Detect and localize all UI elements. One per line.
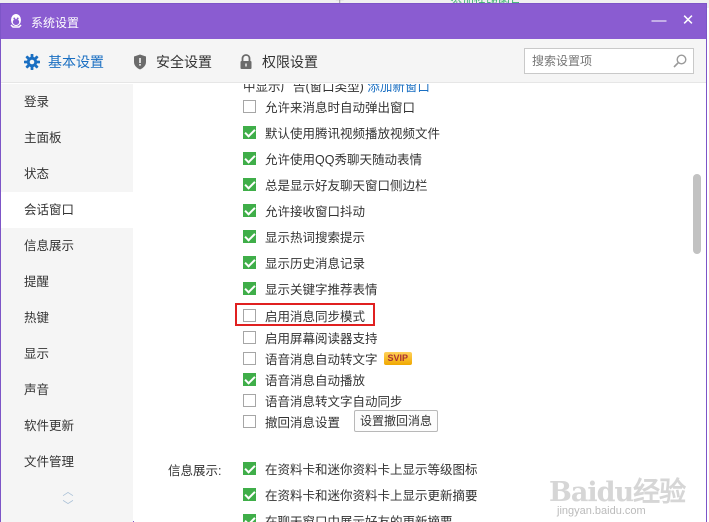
sidebar-item-software-update[interactable]: 软件更新 [1, 408, 133, 444]
option-label: 在资料卡和迷你资料卡上显示更新摘要 [265, 488, 478, 503]
info-display-section-label: 信息展示: [168, 464, 222, 478]
option-label: 允许使用QQ秀聊天随动表情 [265, 152, 422, 167]
option-label: 总是显示好友聊天窗口侧边栏 [265, 178, 428, 193]
checkbox-checked[interactable] [243, 372, 256, 386]
option-label: 在聊天窗口中展示好友的更新摘要 [265, 514, 453, 522]
sidebar-item-main-panel[interactable]: 主面板 [1, 120, 133, 156]
title-bar: 系统设置 — ✕ [1, 4, 706, 39]
option-label: 显示历史消息记录 [265, 256, 366, 271]
option-voice-autoplay[interactable]: 语音消息自动播放 [243, 369, 365, 389]
checkbox[interactable] [243, 393, 256, 407]
settings-window: 系统设置 — ✕ 基本设置 安全设置 权限设置 搜索设置项 登录 主面板 状态 … [0, 3, 707, 522]
settings-tab-bar: 基本设置 安全设置 权限设置 [1, 39, 706, 83]
settings-content: 中显示广告(窗口类型) 添加新窗口 允许来消息时自动弹出窗口 默认使用腾讯视频播… [134, 84, 689, 522]
option-hot-search-hints[interactable]: 显示热词搜索提示 [243, 226, 365, 246]
checkbox-checked[interactable] [243, 125, 256, 139]
option-label: 语音消息自动转文字 [265, 352, 378, 367]
recall-settings-button[interactable]: 设置撤回消息 [354, 410, 439, 432]
tab-basic-settings-label: 基本设置 [48, 54, 104, 70]
option-show-update-summary[interactable]: 在资料卡和迷你资料卡上显示更新摘要 [243, 484, 478, 504]
option-label: 显示关键字推荐表情 [265, 282, 378, 297]
cut-off-option-link[interactable]: 添加新窗口 [367, 84, 430, 94]
option-label: 启用屏幕阅读器支持 [265, 331, 378, 346]
svip-badge: SVIP [383, 351, 413, 365]
option-label: 启用消息同步模式 [265, 309, 366, 324]
sidebar-item-display[interactable]: 显示 [1, 336, 133, 372]
checkbox-checked[interactable] [243, 461, 256, 475]
scrollbar-thumb[interactable] [693, 174, 701, 254]
search-icon[interactable] [672, 53, 688, 69]
checkbox-checked[interactable] [243, 281, 256, 295]
option-label: 显示热词搜索提示 [265, 230, 366, 245]
qq-logo-icon [10, 14, 22, 28]
checkbox-checked[interactable] [243, 203, 256, 217]
cut-off-option-label: 中显示广告(窗口类型) [243, 84, 364, 94]
sidebar-item-reminder[interactable]: 提醒 [1, 264, 133, 300]
sidebar-scroll-up-icon[interactable]: ︿ [61, 485, 75, 499]
option-label: 允许接收窗口抖动 [265, 204, 366, 219]
checkbox-checked[interactable] [243, 177, 256, 191]
tab-security-settings[interactable]: 安全设置 [131, 52, 212, 72]
option-window-shake[interactable]: 允许接收窗口抖动 [243, 200, 365, 220]
tab-security-settings-label: 安全设置 [156, 54, 212, 70]
sidebar-item-hotkeys[interactable]: 热键 [1, 300, 133, 336]
minimize-button[interactable]: — [650, 12, 668, 30]
search-input[interactable] [525, 49, 665, 73]
gear-icon [24, 54, 40, 70]
sidebar-item-chat-window[interactable]: 会话窗口 [1, 192, 133, 228]
checkbox[interactable] [243, 330, 256, 344]
shield-icon [134, 54, 146, 70]
sidebar-scroll-down-icon[interactable]: ﹀ [61, 499, 75, 513]
option-tencent-video-player[interactable]: 默认使用腾讯视频播放视频文件 [243, 122, 440, 142]
search-box[interactable] [524, 48, 694, 74]
option-keyword-emoji[interactable]: 显示关键字推荐表情 [243, 278, 378, 298]
checkbox[interactable] [243, 99, 256, 113]
checkbox-checked[interactable] [243, 151, 256, 165]
option-label: 撤回消息设置 [265, 415, 341, 430]
sidebar-item-info-display[interactable]: 信息展示 [1, 228, 133, 264]
sidebar-item-login[interactable]: 登录 [1, 84, 133, 120]
option-voice-text-sync[interactable]: 语音消息转文字自动同步 [243, 390, 403, 410]
sidebar-item-status[interactable]: 状态 [1, 156, 133, 192]
checkbox[interactable] [243, 414, 256, 428]
option-label: 在资料卡和迷你资料卡上显示等级图标 [265, 462, 478, 477]
window-title: 系统设置 [31, 16, 80, 30]
option-qq-show-emotes[interactable]: 允许使用QQ秀聊天随动表情 [243, 148, 422, 168]
content-scrollbar[interactable] [689, 84, 706, 522]
checkbox-checked[interactable] [243, 255, 256, 269]
lock-icon [240, 54, 252, 69]
sidebar-scroll-arrows: ︿ ﹀ [61, 485, 75, 513]
option-recall-settings[interactable]: 撤回消息设置 设置撤回消息 [243, 410, 439, 432]
option-screen-reader[interactable]: 启用屏幕阅读器支持 [243, 327, 378, 347]
close-button[interactable]: ✕ [679, 12, 697, 30]
checkbox-checked[interactable] [243, 513, 256, 522]
settings-sidebar: 登录 主面板 状态 会话窗口 信息展示 提醒 热键 显示 声音 软件更新 文件管… [1, 84, 133, 522]
option-show-level-icon[interactable]: 在资料卡和迷你资料卡上显示等级图标 [243, 458, 478, 478]
cut-off-option-text: 中显示广告(窗口类型) 添加新窗口 [243, 84, 430, 95]
tab-basic-settings[interactable]: 基本设置 [23, 52, 104, 72]
option-show-chat-sidebar[interactable]: 总是显示好友聊天窗口侧边栏 [243, 174, 428, 194]
option-message-history[interactable]: 显示历史消息记录 [243, 252, 365, 272]
option-chat-friend-summary[interactable]: 在聊天窗口中展示好友的更新摘要 [243, 510, 453, 522]
sidebar-item-file-management[interactable]: 文件管理 [1, 444, 133, 480]
checkbox[interactable] [243, 308, 256, 322]
tab-permission-settings-label: 权限设置 [262, 54, 318, 70]
checkbox-checked[interactable] [243, 229, 256, 243]
option-label: 语音消息转文字自动同步 [265, 394, 403, 409]
option-message-sync-mode[interactable]: 启用消息同步模式 [243, 305, 365, 325]
checkbox[interactable] [243, 351, 256, 365]
option-voice-to-text[interactable]: 语音消息自动转文字 SVIP [243, 348, 413, 368]
option-label: 默认使用腾讯视频播放视频文件 [265, 126, 441, 141]
option-auto-popup-window[interactable]: 允许来消息时自动弹出窗口 [243, 96, 415, 116]
option-label: 语音消息自动播放 [265, 373, 366, 388]
sidebar-item-sound[interactable]: 声音 [1, 372, 133, 408]
checkbox-checked[interactable] [243, 487, 256, 501]
option-label: 允许来消息时自动弹出窗口 [265, 100, 416, 115]
tab-permission-settings[interactable]: 权限设置 [237, 52, 318, 72]
